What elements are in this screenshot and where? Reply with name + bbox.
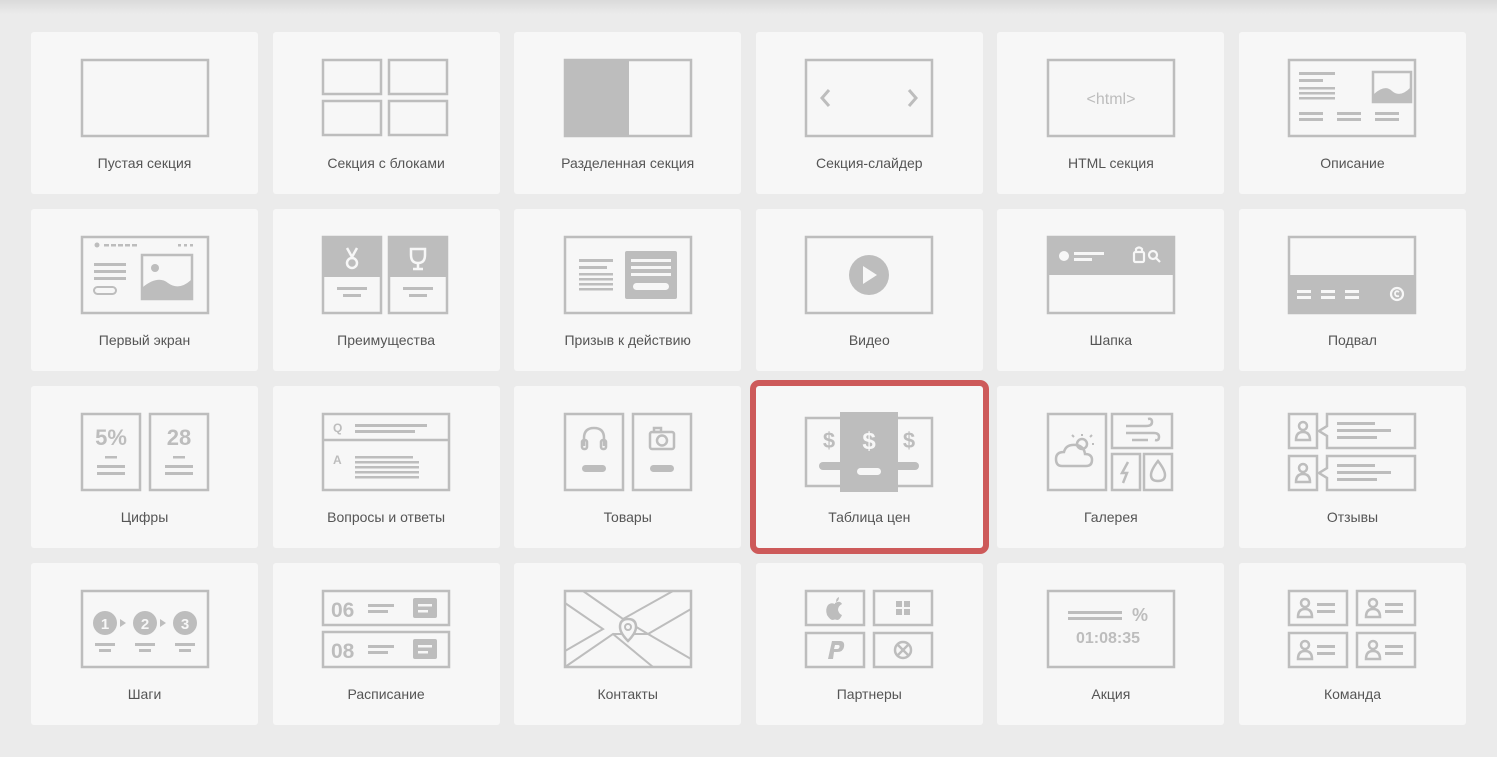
tile-label: Отзывы [1326, 509, 1379, 525]
tile-faq[interactable]: Q A Вопросы и ответы [272, 386, 500, 548]
steps-icon-3: 3 [180, 616, 188, 633]
partners-icon [804, 589, 934, 669]
team-icon [1287, 589, 1417, 669]
tile-label: Цифры [120, 509, 169, 525]
top-shadow [0, 0, 1497, 14]
tile-blocks-section[interactable]: Секция с блоками [272, 32, 500, 194]
schedule-icon: 06 08 [321, 589, 451, 669]
tile-steps[interactable]: 1 2 3 Шаги [31, 563, 258, 725]
svg-text:$: $ [863, 428, 877, 455]
promo-icon-percent: % [1132, 605, 1148, 625]
tile-description[interactable]: Описание [1238, 32, 1466, 194]
tile-promo[interactable]: % 01:08:35 Акция [997, 563, 1225, 725]
html-section-icon: <html> [1046, 58, 1176, 138]
faq-icon: Q A [321, 412, 451, 492]
tile-label: Шаги [127, 686, 162, 702]
tile-label: Секция с блоками [327, 155, 445, 171]
tile-products[interactable]: Товары [514, 386, 742, 548]
tile-contacts[interactable]: Контакты [514, 563, 742, 725]
tile-pricing-table[interactable]: $ $ $ Таблица цен [749, 380, 989, 554]
promo-icon: % 01:08:35 [1046, 589, 1176, 669]
section-type-grid: Пустая секция Секция с блоками Разделенн… [31, 32, 1466, 725]
tile-label: Таблица цен [828, 509, 911, 525]
blocks-section-icon [321, 58, 451, 138]
tile-label: Команда [1323, 686, 1381, 702]
tile-advantages[interactable]: Преимущества [272, 209, 500, 371]
tile-footer[interactable]: Подвал [1238, 209, 1466, 371]
tile-numbers[interactable]: 5% 28 Цифры [31, 386, 258, 548]
svg-text:$: $ [903, 428, 915, 453]
tile-label: Описание [1320, 155, 1385, 171]
tile-empty-section[interactable]: Пустая секция [31, 32, 258, 194]
tile-label: Первый экран [98, 332, 191, 348]
first-screen-icon [80, 235, 210, 315]
slider-section-icon [804, 58, 934, 138]
tile-label: Расписание [347, 686, 425, 702]
tile-reviews[interactable]: Отзывы [1238, 386, 1466, 548]
reviews-icon [1287, 412, 1417, 492]
tile-partners[interactable]: Партнеры [755, 563, 983, 725]
steps-icon-1: 1 [100, 616, 108, 633]
tile-label: Вопросы и ответы [327, 509, 446, 525]
tile-html-section[interactable]: <html> HTML секция [997, 32, 1225, 194]
advantages-icon [321, 235, 451, 315]
tile-label: Подвал [1327, 332, 1377, 348]
tile-label: HTML секция [1067, 155, 1154, 171]
tile-label: Контакты [597, 686, 658, 702]
tile-split-section[interactable]: Разделенная секция [514, 32, 742, 194]
tile-label: Видео [848, 332, 890, 348]
faq-icon-q: Q [333, 421, 342, 435]
tile-label: Преимущества [337, 332, 436, 348]
pricing-table-icon: $ $ $ [804, 412, 934, 492]
steps-icon: 1 2 3 [80, 589, 210, 669]
numbers-icon-text-2: 28 [166, 425, 190, 450]
tile-label: Секция-слайдер [815, 155, 923, 171]
call-to-action-icon [563, 235, 693, 315]
tile-label: Галерея [1084, 509, 1138, 525]
tile-label: Разделенная секция [561, 155, 695, 171]
header-icon [1046, 235, 1176, 315]
html-icon-text: <html> [1086, 91, 1135, 108]
tile-label: Пустая секция [97, 155, 192, 171]
tile-video[interactable]: Видео [755, 209, 983, 371]
contacts-map-icon [563, 589, 693, 669]
tile-label: Акция [1091, 686, 1131, 702]
faq-icon-a: A [333, 453, 342, 467]
tile-label: Шапка [1089, 332, 1133, 348]
tile-schedule[interactable]: 06 08 Расписание [272, 563, 500, 725]
description-icon [1287, 58, 1417, 138]
tile-team[interactable]: Команда [1238, 563, 1466, 725]
tile-label: Призыв к действию [564, 332, 691, 348]
split-section-icon [563, 58, 693, 138]
svg-text:$: $ [823, 428, 835, 453]
numbers-icon: 5% 28 [80, 412, 210, 492]
tile-header[interactable]: Шапка [997, 209, 1225, 371]
schedule-icon-06: 06 [331, 599, 354, 622]
tile-slider-section[interactable]: Секция-слайдер [755, 32, 983, 194]
tile-first-screen[interactable]: Первый экран [31, 209, 258, 371]
products-icon [563, 412, 693, 492]
schedule-icon-08: 08 [331, 640, 355, 663]
gallery-icon [1046, 412, 1176, 492]
steps-icon-2: 2 [140, 616, 148, 633]
footer-icon [1287, 235, 1417, 315]
numbers-icon-text-1: 5% [95, 425, 127, 450]
tile-label: Партнеры [836, 686, 902, 702]
video-icon [804, 235, 934, 315]
tile-gallery[interactable]: Галерея [997, 386, 1225, 548]
tile-label: Товары [603, 509, 652, 525]
empty-section-icon [80, 58, 210, 138]
tile-call-to-action[interactable]: Призыв к действию [514, 209, 742, 371]
promo-icon-timer: 01:08:35 [1076, 630, 1140, 647]
